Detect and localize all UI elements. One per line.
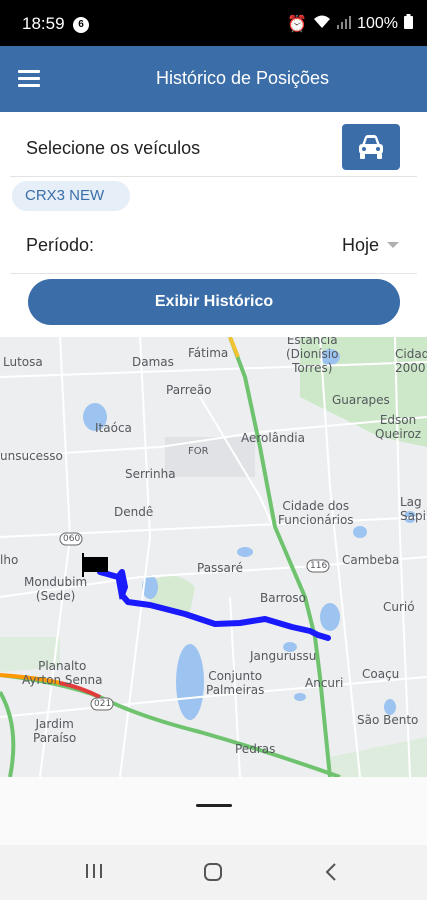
chevron-down-icon[interactable]	[387, 242, 399, 248]
map-label: Serrinha	[125, 467, 176, 481]
road-shield: 021	[94, 699, 112, 709]
recent-apps-icon[interactable]	[84, 861, 104, 881]
map-view[interactable]: Lutosa Damas Fátima Estância (Dionísio T…	[0, 337, 427, 777]
road-shield: 116	[310, 561, 328, 571]
wifi-icon	[313, 15, 331, 34]
map-label: FOR	[188, 446, 209, 457]
battery-icon	[404, 14, 413, 34]
status-bar: 18:59 6 ⏰ 100%	[0, 0, 427, 46]
home-icon[interactable]	[202, 861, 224, 883]
map-label: Jangurussu	[250, 649, 317, 663]
map-label: Cambeba	[342, 553, 400, 567]
drag-handle[interactable]	[196, 804, 232, 807]
notification-badge: 6	[73, 17, 89, 33]
alarm-icon: ⏰	[287, 16, 308, 33]
map-label: Curió	[383, 600, 415, 614]
map-label: Cidade 2000	[395, 347, 427, 375]
filter-panel: Selecione os veículos CRX3 NEW Período: …	[0, 112, 427, 337]
map-label: Itaóca	[95, 421, 132, 435]
map-label: Aerolândia	[241, 431, 305, 445]
map-label: Parreão	[166, 383, 212, 397]
road-shield: 060	[63, 534, 81, 544]
map-label: Coaçu	[362, 667, 400, 681]
bottom-sheet	[0, 777, 427, 845]
map-label: Pedras	[235, 742, 276, 756]
map-label: Barroso	[260, 591, 306, 605]
map-label: Planalto Ayrton Senna	[22, 659, 103, 687]
map-label: Conjunto Palmeiras	[206, 669, 265, 697]
map-label: Lutosa	[3, 355, 43, 369]
period-select[interactable]: Hoje	[342, 235, 379, 256]
map-label: Mondubim (Sede)	[24, 575, 88, 603]
page-title: Histórico de Posições	[155, 68, 330, 88]
map-label: Ancuri	[305, 676, 344, 690]
map-label: unsucesso	[0, 449, 63, 463]
select-vehicle-button[interactable]	[342, 124, 400, 170]
map-label: Edson Queiroz	[375, 413, 422, 441]
status-icons: ⏰ 100%	[287, 14, 413, 34]
map-label: Cidade dos Funcionários	[278, 499, 354, 527]
map-label: lho	[0, 553, 19, 567]
vehicle-select-label[interactable]: Selecione os veículos	[26, 138, 200, 159]
system-nav-bar	[0, 845, 427, 900]
period-label: Período:	[26, 235, 95, 255]
map-label: Estância (Dionísio Torres)	[286, 337, 339, 375]
map-label: Dendê	[114, 505, 154, 519]
map-label: Passaré	[197, 561, 243, 575]
show-history-button[interactable]: Exibir Histórico	[28, 279, 400, 325]
battery-percent: 100%	[357, 15, 398, 32]
map-label: Lag Sapir	[400, 495, 427, 523]
signal-icon	[337, 15, 352, 34]
back-icon[interactable]	[322, 861, 342, 883]
map-label: Fátima	[188, 346, 229, 360]
app-bar: Histórico de Posições	[0, 46, 427, 112]
map-label: Guarapes	[332, 393, 390, 407]
map-label: Jardim Paraíso	[33, 717, 77, 745]
selected-vehicle-chip[interactable]: CRX3 NEW	[12, 181, 130, 211]
map-label: São Bento	[357, 713, 419, 727]
divider	[10, 176, 417, 177]
car-icon	[359, 135, 383, 159]
map-label: Damas	[132, 355, 174, 369]
status-time: 18:59	[22, 14, 65, 33]
divider	[10, 273, 417, 274]
